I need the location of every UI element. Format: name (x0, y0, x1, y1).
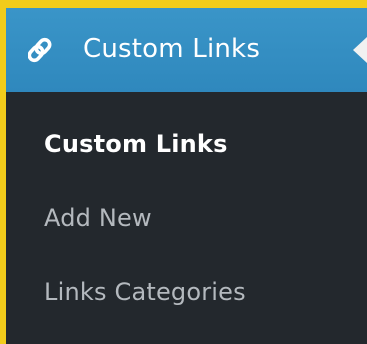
submenu-item-add-new[interactable]: Add New (44, 202, 152, 234)
submenu-item-links-categories[interactable]: Links Categories (44, 276, 246, 308)
submenu: Custom Links Add New Links Categories (6, 92, 367, 344)
admin-menu-panel: Custom Links Custom Links Add New Links … (6, 8, 367, 344)
link-icon (27, 37, 60, 63)
active-menu-pointer (353, 37, 367, 63)
menu-header-custom-links[interactable]: Custom Links (6, 8, 367, 92)
submenu-item-custom-links[interactable]: Custom Links (44, 128, 228, 160)
menu-header-label: Custom Links (83, 34, 261, 64)
